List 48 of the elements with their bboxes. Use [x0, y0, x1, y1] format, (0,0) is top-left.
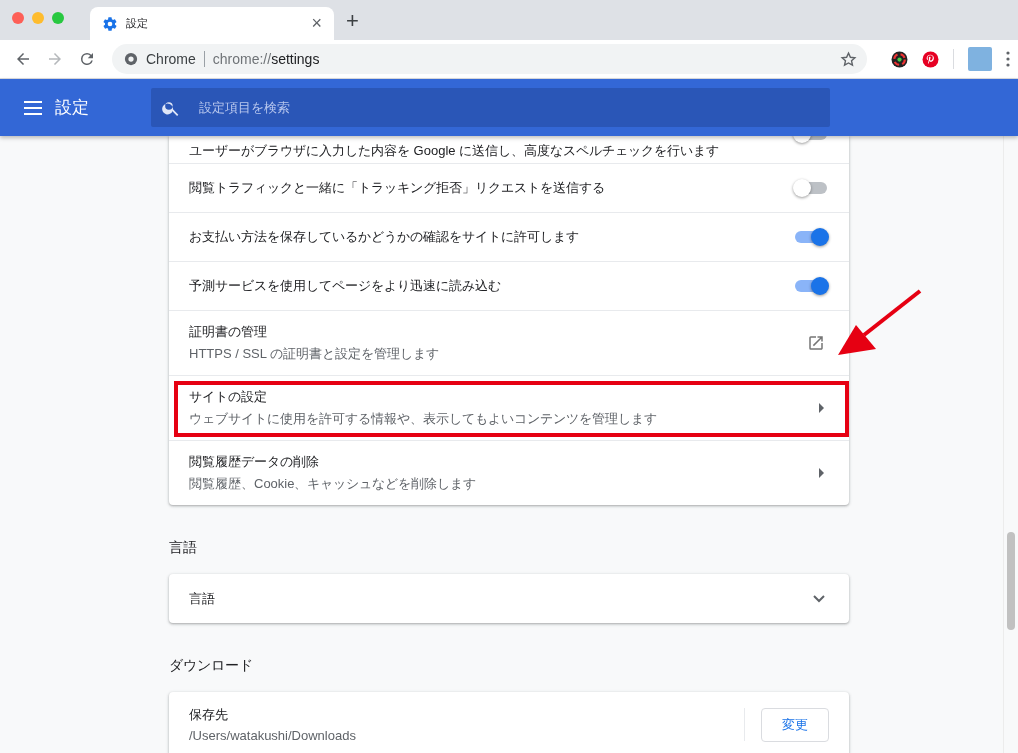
scrollbar-thumb[interactable]	[1007, 532, 1015, 630]
browser-tab[interactable]: 設定 ×	[90, 7, 334, 40]
settings-row[interactable]: サイトの設定 ウェブサイトに使用を許可する情報や、表示してもよいコンテンツを管理します	[169, 375, 849, 440]
settings-row[interactable]: ユーザーがブラウザに入力した内容を Google に送信し、高度なスペルチェックを行います	[169, 136, 849, 163]
gear-icon	[102, 15, 118, 32]
url-text: chrome://settings	[212, 51, 321, 67]
settings-row[interactable]: 閲覧履歴データの削除 閲覧履歴、Cookie、キャッシュなどを削除します	[169, 440, 849, 505]
setting-label: お支払い方法を保存しているかどうかの確認をサイトに許可します	[189, 228, 580, 246]
address-bar[interactable]: Chrome chrome://settings	[112, 44, 867, 74]
section-heading: ダウンロード	[169, 657, 254, 675]
pin-icon[interactable]	[922, 50, 939, 68]
setting-label: 証明書の管理	[189, 323, 268, 341]
toggle-switch[interactable]	[795, 280, 827, 292]
page-title: 設定	[55, 97, 90, 119]
setting-description: HTTPS / SSL の証明書と設定を管理します	[189, 345, 441, 363]
toggle-switch[interactable]	[795, 231, 827, 243]
settings-row[interactable]: お支払い方法を保存しているかどうかの確認をサイトに許可します	[169, 212, 849, 261]
new-tab-button[interactable]: +	[346, 8, 359, 34]
setting-description: /Users/watakushi/Downloads	[189, 728, 357, 743]
setting-description: ウェブサイトに使用を許可する情報や、表示してもよいコンテンツを管理します	[189, 410, 658, 428]
globe-icon	[124, 52, 138, 66]
more-menu-icon[interactable]	[1006, 51, 1010, 67]
setting-label: 保存先	[189, 706, 229, 724]
setting-label: サイトの設定	[189, 388, 268, 406]
tab-close-button[interactable]: ×	[311, 13, 322, 34]
site-label: Chrome	[146, 51, 196, 67]
search-field[interactable]: 設定項目を検索	[151, 88, 830, 127]
menu-icon[interactable]	[24, 100, 42, 115]
section-heading: 言語	[169, 539, 198, 557]
reload-icon[interactable]	[78, 50, 96, 68]
tab-title: 設定	[126, 16, 149, 31]
color-wheel-icon[interactable]	[891, 50, 908, 68]
star-icon[interactable]	[840, 50, 857, 68]
setting-label: 閲覧履歴データの削除	[189, 453, 320, 471]
setting-description: 閲覧履歴、Cookie、キャッシュなどを削除します	[189, 475, 478, 493]
setting-label: ユーザーがブラウザに入力した内容を Google に送信し、高度なスペルチェックを行います	[189, 142, 721, 160]
arrow-right-icon[interactable]	[819, 468, 825, 478]
search-input[interactable]: 設定項目を検索	[197, 99, 830, 116]
settings-row[interactable]: 閲覧トラフィックと一緒に「トラッキング拒否」リクエストを送信する	[169, 163, 849, 212]
change-button[interactable]: 変更	[761, 707, 829, 742]
setting-label: 予測サービスを使用してページをより迅速に読み込む	[189, 277, 502, 295]
arrow-right-icon[interactable]	[819, 403, 825, 413]
toggle-switch[interactable]	[795, 182, 827, 194]
setting-label: 閲覧トラフィックと一緒に「トラッキング拒否」リクエストを送信する	[189, 179, 606, 197]
settings-row[interactable]: 予測サービスを使用してページをより迅速に読み込む	[169, 261, 849, 310]
close-window-button[interactable]	[12, 12, 24, 24]
language-row[interactable]: 言語	[169, 574, 849, 623]
external-link-icon[interactable]	[807, 334, 825, 352]
